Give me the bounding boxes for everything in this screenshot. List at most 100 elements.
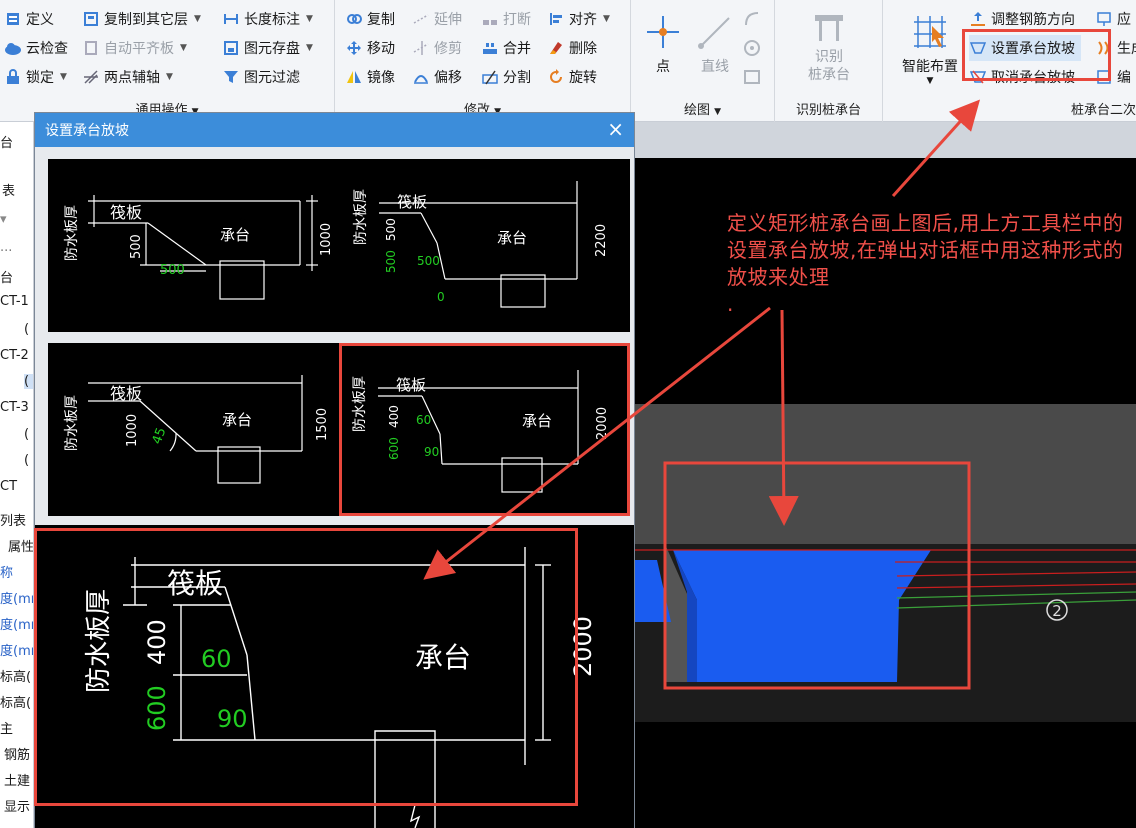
left-item[interactable]: 标高(: [0, 692, 31, 711]
left-item[interactable]: (: [24, 427, 29, 442]
dialog-title-bar: 设置承台放坡 ×: [35, 113, 634, 147]
lock-button[interactable]: 锁定 ▼: [4, 64, 67, 90]
left-item[interactable]: (: [24, 374, 33, 389]
slope-diagram-3: 筏板 承台 防水板厚 1000 45 1500: [64, 375, 330, 484]
smart-layout-button[interactable]: 智能布置 ▼: [897, 8, 963, 86]
move-icon: [345, 39, 363, 57]
extend-button[interactable]: 延伸: [412, 6, 462, 32]
svg-text:60: 60: [416, 413, 431, 427]
copy-to-other-floor-button[interactable]: 复制到其它层 ▼: [82, 6, 201, 32]
split-icon: [481, 68, 499, 86]
point-button[interactable]: 点: [635, 8, 691, 76]
svg-text:1500: 1500: [315, 408, 330, 441]
filter-icon: [222, 68, 240, 86]
left-item[interactable]: CT-3: [0, 400, 29, 415]
annotation-text: 定义矩形桩承台画上图后,用上方工具栏中的设置承台放坡,在弹出对话框中用这种形式的…: [727, 211, 1124, 316]
left-item[interactable]: 表: [2, 180, 15, 199]
svg-text:0: 0: [437, 290, 445, 304]
left-item[interactable]: 属性: [8, 536, 33, 555]
identify-pilecap-button[interactable]: 识别 桩承台: [797, 8, 861, 84]
dimension-icon: [222, 10, 240, 28]
svg-text:防水板厚: 防水板厚: [353, 189, 369, 245]
copy-button[interactable]: 复制: [345, 6, 395, 32]
left-item[interactable]: (: [24, 453, 29, 468]
cloud-check-button[interactable]: 云检查: [4, 35, 68, 61]
svg-text:防水板厚: 防水板厚: [64, 205, 80, 261]
rect-tool-button[interactable]: [743, 64, 761, 90]
left-item[interactable]: CT-1: [0, 294, 29, 309]
merge-icon: [481, 39, 499, 57]
svg-text:承台: 承台: [222, 411, 252, 429]
slope-diagram-2: 筏板 承台 防水板厚 500 500 500 0 2200: [353, 181, 609, 308]
left-item[interactable]: 土建: [4, 770, 30, 789]
slope-option-4[interactable]: 筏板 承台 防水板厚 400 600 60 90 2000: [339, 343, 630, 516]
line-button[interactable]: 直线: [687, 8, 743, 76]
group-title-pilecap: 桩承台二次: [1070, 103, 1136, 118]
align-button[interactable]: 对齐 ▼: [547, 6, 610, 32]
rebar-direction-icon: [969, 10, 987, 28]
left-item[interactable]: 钢筋: [4, 744, 30, 763]
svg-text:500: 500: [417, 254, 440, 268]
left-item[interactable]: 标高(: [0, 666, 31, 685]
left-item[interactable]: 台: [0, 267, 13, 286]
svg-text:筏板: 筏板: [397, 193, 427, 211]
define-button[interactable]: 定义: [4, 6, 54, 32]
extend-icon: [412, 10, 430, 28]
left-item[interactable]: 度(mm: [0, 640, 33, 659]
left-item[interactable]: 显示: [4, 796, 30, 815]
chevron-down-icon: ▼: [60, 72, 67, 82]
group-draw: 点 直线 绘图 ▼: [631, 0, 775, 122]
slope-diagram-4: 筏板 承台 防水板厚 400 600 60 90 2000: [352, 370, 610, 493]
svg-text:1000: 1000: [125, 414, 140, 447]
flush-icon: [82, 39, 100, 57]
two-point-axis-button[interactable]: 两点辅轴 ▼: [82, 64, 173, 90]
slope-option-2[interactable]: 筏板 承台 防水板厚 500 500 500 0 2200: [339, 159, 630, 332]
svg-text:1000: 1000: [319, 223, 334, 256]
length-dimension-button[interactable]: 长度标注 ▼: [222, 6, 313, 32]
close-icon[interactable]: ×: [607, 118, 624, 140]
trim-button[interactable]: 修剪: [412, 35, 462, 61]
break-icon: [481, 10, 499, 28]
left-item[interactable]: ▾: [0, 212, 7, 227]
align-icon: [547, 10, 565, 28]
mirror-button[interactable]: 镜像: [345, 64, 395, 90]
svg-text:防水板厚: 防水板厚: [352, 376, 368, 432]
left-item[interactable]: 列表: [0, 510, 26, 529]
arc-icon: [743, 10, 761, 28]
chevron-down-icon: ▼: [306, 43, 313, 53]
left-item[interactable]: CT: [0, 479, 17, 494]
axis-label: 2: [1052, 602, 1062, 620]
circle-tool-button[interactable]: [743, 35, 761, 61]
table-icon: [797, 8, 861, 48]
break-button[interactable]: 打断: [481, 6, 531, 32]
offset-icon: [412, 68, 430, 86]
rotate-icon: [547, 68, 565, 86]
svg-text:承台: 承台: [522, 412, 552, 430]
merge-button[interactable]: 合并: [481, 35, 531, 61]
left-panel: 台 表 ▾ ··· 台 CT-1 ( CT-2 ( CT-3 ( ( CT 列表…: [0, 122, 34, 828]
auto-flush-slab-button[interactable]: 自动平齐板 ▼: [82, 35, 187, 61]
left-item[interactable]: 主: [0, 718, 13, 737]
left-item[interactable]: 度(mm: [0, 588, 33, 607]
left-item[interactable]: CT-2: [0, 348, 29, 363]
slope-option-3[interactable]: 筏板 承台 防水板厚 1000 45 1500: [48, 343, 339, 516]
left-item[interactable]: 台: [0, 132, 13, 151]
rotate-button[interactable]: 旋转: [547, 64, 597, 90]
split-button[interactable]: 分割: [481, 64, 531, 90]
move-button[interactable]: 移动: [345, 35, 395, 61]
lock-icon: [4, 68, 22, 86]
arc-tool-button[interactable]: [743, 6, 761, 32]
offset-button[interactable]: 偏移: [412, 64, 462, 90]
svg-text:600: 600: [387, 437, 401, 460]
left-item[interactable]: (: [24, 322, 29, 337]
element-save-button[interactable]: 图元存盘 ▼: [222, 35, 313, 61]
delete-button[interactable]: 删除: [547, 35, 597, 61]
left-item[interactable]: 度(mm: [0, 614, 33, 633]
svg-text:500: 500: [129, 234, 144, 259]
group-title-draw: 绘图 ▼: [683, 103, 722, 118]
element-filter-button[interactable]: 图元过滤: [222, 64, 300, 90]
group-modify: 复制 延伸 打断 对齐 ▼ 移动 修剪 合并 删除 镜像 偏移 分割 旋转 修改: [335, 0, 631, 122]
slope-option-1[interactable]: 筏板 承台 防水板厚 500 500 1000: [48, 159, 339, 332]
svg-text:筏板: 筏板: [110, 203, 142, 222]
left-item[interactable]: 称: [0, 562, 13, 581]
